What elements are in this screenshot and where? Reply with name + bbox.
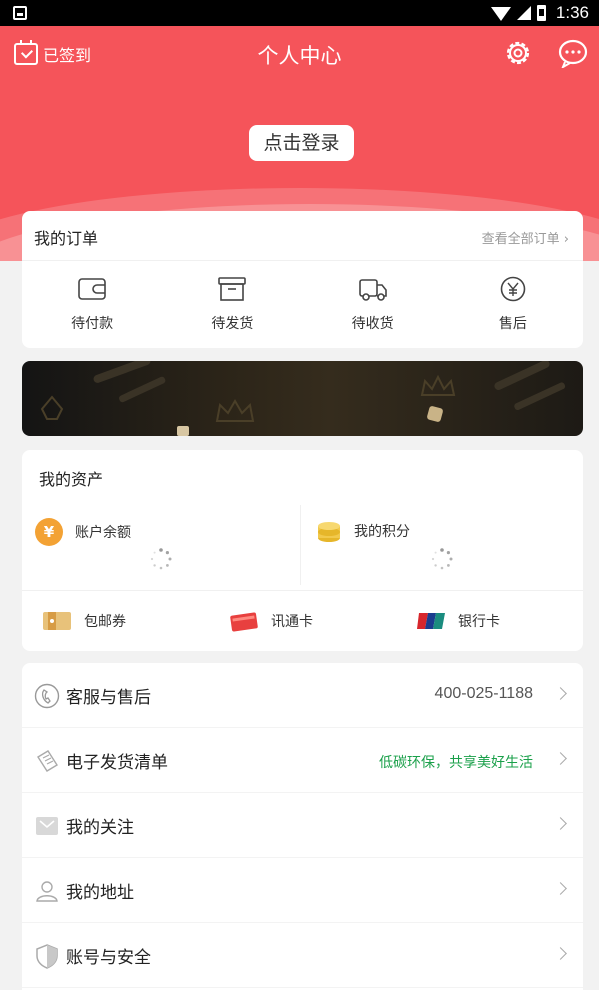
xuntong-card[interactable]: 讯通卡	[209, 591, 396, 651]
status-icons: 1:36	[490, 3, 589, 23]
menu-label: 我的关注	[66, 818, 134, 838]
order-pending-shipment[interactable]: 待发货	[162, 261, 302, 348]
signal-icon	[516, 6, 531, 20]
coupon-row: 包邮券 讯通卡 银行卡	[22, 591, 583, 651]
chevron-right-icon	[554, 687, 567, 700]
chevron-right-icon	[554, 817, 567, 830]
promo-banner[interactable]	[22, 361, 583, 436]
divider	[300, 505, 301, 585]
unionpay-icon	[417, 613, 445, 629]
order-after-sales[interactable]: 售后	[443, 261, 583, 348]
truck-icon	[358, 279, 387, 301]
coin-stack-icon	[318, 522, 340, 542]
login-button[interactable]: 点击登录	[249, 125, 354, 161]
card-icon	[230, 612, 258, 632]
receipt-icon	[37, 750, 58, 772]
chevron-right-icon	[554, 947, 567, 960]
phone-icon	[34, 683, 60, 709]
order-label: 待发货	[211, 316, 254, 332]
balance-loading-spinner	[150, 548, 172, 570]
chevron-right-icon	[554, 882, 567, 895]
menu-item-e-shipping-list[interactable]: 电子发货清单 低碳环保，共享美好生活	[22, 728, 583, 793]
menu-item-customer-service[interactable]: 客服与售后 400-025-1188	[22, 663, 583, 728]
points-loading-spinner	[431, 548, 453, 570]
banner-decoration	[40, 361, 566, 436]
status-bar: 1:36	[0, 0, 599, 26]
coupon-label: 银行卡	[458, 614, 500, 630]
status-time: 1:36	[555, 3, 589, 22]
orders-card: 我的订单 查看全部订单 › 待付款 待发货 待收货 售后	[22, 211, 583, 348]
menu-label: 客服与售后	[66, 688, 151, 708]
follow-icon	[36, 817, 58, 835]
menu-item-my-address[interactable]: 我的地址	[22, 858, 583, 923]
bank-card[interactable]: 银行卡	[396, 591, 583, 651]
notification-icon	[13, 6, 27, 20]
service-phone-number: 400-025-1188	[434, 685, 533, 702]
coupon-label: 讯通卡	[271, 614, 313, 630]
coupon-label: 包邮券	[84, 614, 126, 630]
my-points[interactable]: 我的积分	[316, 518, 410, 544]
menu-item-my-follows[interactable]: 我的关注	[22, 793, 583, 858]
box-icon	[218, 277, 247, 301]
order-status-row: 待付款 待发货 待收货 售后	[22, 261, 583, 348]
menu-label: 电子发货清单	[66, 753, 168, 773]
view-all-orders-link[interactable]: 查看全部订单 ›	[482, 228, 569, 247]
shield-icon	[36, 944, 58, 969]
address-icon	[36, 881, 58, 902]
assets-card: 我的资产 账户余额 我的积分	[22, 450, 583, 651]
balance-label: 账户余额	[75, 525, 131, 541]
message-icon[interactable]	[557, 38, 589, 68]
wallet-icon	[78, 278, 106, 300]
free-shipping-coupon[interactable]: 包邮券	[22, 591, 209, 651]
eco-slogan: 低碳环保，共享美好生活	[379, 755, 533, 771]
wifi-icon	[490, 7, 511, 21]
battery-icon	[536, 5, 546, 21]
menu-item-account-security[interactable]: 账号与安全	[22, 923, 583, 988]
order-label: 待付款	[71, 316, 114, 332]
ticket-icon	[43, 612, 71, 630]
menu-label: 我的地址	[66, 883, 134, 903]
order-label: 待收货	[351, 316, 394, 332]
yen-circle-icon	[500, 276, 526, 302]
account-balance[interactable]: 账户余额	[35, 518, 131, 546]
order-pending-payment[interactable]: 待付款	[22, 261, 162, 348]
chevron-right-icon	[554, 752, 567, 765]
balance-coin-icon	[35, 518, 63, 546]
orders-header: 我的订单 查看全部订单 ›	[22, 211, 583, 261]
points-label: 我的积分	[354, 524, 410, 540]
assets-title: 我的资产	[39, 470, 104, 489]
order-pending-receipt[interactable]: 待收货	[303, 261, 443, 348]
menu-card: 客服与售后 400-025-1188 电子发货清单 低碳环保，共享美好生活 我的…	[22, 663, 583, 990]
order-label: 售后	[498, 316, 527, 332]
gear-icon[interactable]	[503, 38, 533, 68]
menu-label: 账号与安全	[66, 948, 151, 968]
orders-title: 我的订单	[34, 229, 99, 248]
